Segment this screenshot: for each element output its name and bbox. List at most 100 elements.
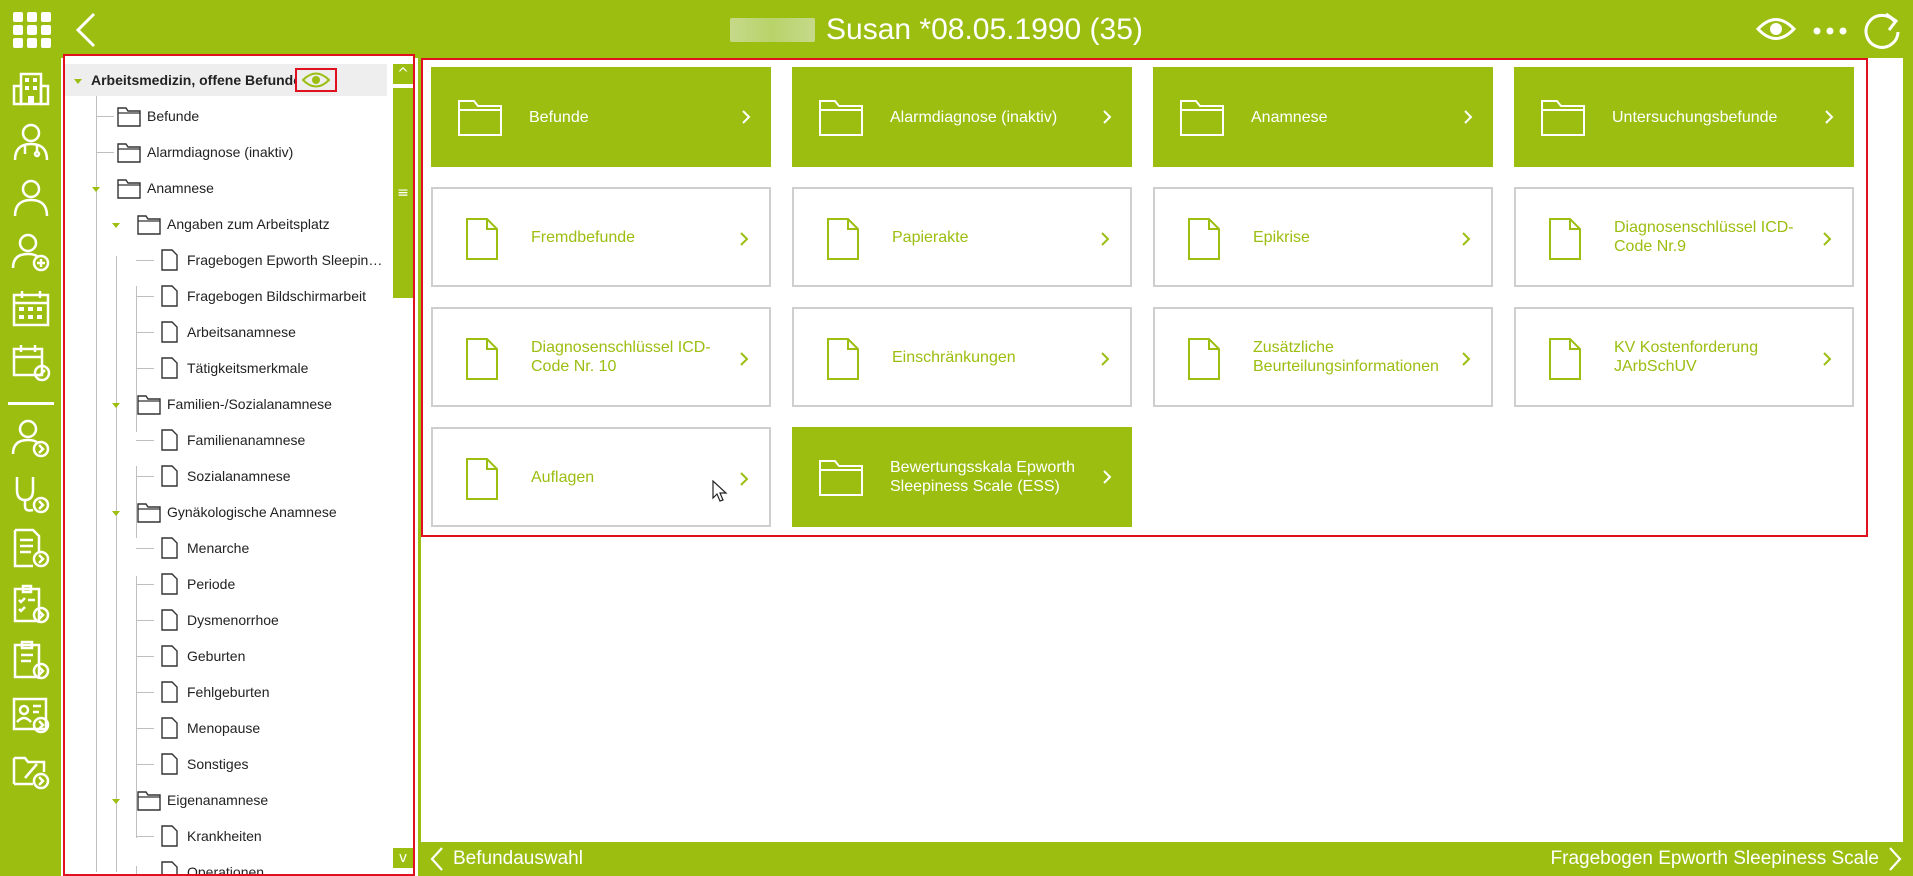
tile-ess[interactable]: Bewertungsskala Epworth Sleepiness Scale… [792, 427, 1132, 527]
tree-panel: Arbeitsmedizin, offene Befunde Befunde A… [63, 54, 415, 876]
file-icon [1549, 218, 1581, 260]
tree-scrollbar[interactable]: ^ ≡ v [389, 56, 413, 874]
file-icon [161, 609, 178, 631]
tile-icd9[interactable]: Diagnosenschlüssel ICD-Code Nr.9 [1514, 187, 1854, 287]
tile-befunde[interactable]: Befunde [431, 67, 771, 167]
app-window: Susan *08.05.1990 (35) Arbeitsmedizin, o… [0, 0, 1913, 876]
tree-item[interactable]: Menopause [157, 712, 387, 744]
tile-alarmdiagnose[interactable]: Alarmdiagnose (inaktiv) [792, 67, 1132, 167]
file-icon [161, 321, 178, 343]
chevron-right-icon [742, 110, 751, 124]
file-icon [161, 357, 178, 379]
tree-item[interactable]: Sozialanamnese [157, 460, 387, 492]
file-icon [466, 458, 498, 500]
tree-root[interactable]: Arbeitsmedizin, offene Befunde [65, 64, 387, 96]
person-add-icon[interactable] [10, 230, 52, 274]
tile-anamnese[interactable]: Anamnese [1153, 67, 1493, 167]
file-icon [161, 537, 178, 559]
building-icon[interactable] [10, 66, 52, 110]
tile-einschraenkungen[interactable]: Einschränkungen [792, 307, 1132, 407]
tree-item[interactable]: Gynäkologische Anamnese [137, 496, 387, 528]
folder-icon [1180, 100, 1224, 136]
tree-item[interactable]: Sonstiges [157, 748, 387, 780]
tile-fremdbefunde[interactable]: Fremdbefunde [431, 187, 771, 287]
tree-item[interactable]: Menarche [157, 532, 387, 564]
id-card-icon[interactable] [10, 692, 52, 736]
footer-left-label: Befundauswahl [453, 848, 583, 869]
file-icon [466, 218, 498, 260]
file-icon [827, 218, 859, 260]
folder-edit-icon[interactable] [10, 748, 52, 792]
tile-kv-kostenforderung[interactable]: KV Kostenforderung JArbSchUV [1514, 307, 1854, 407]
tree-item[interactable]: Alarmdiagnose (inaktiv) [117, 136, 387, 168]
tree-item[interactable]: Dysmenorrhoe [157, 604, 387, 636]
folder-icon [117, 179, 141, 199]
more-icon[interactable] [1808, 14, 1852, 48]
file-icon [161, 429, 178, 451]
file-icon [1549, 338, 1581, 380]
chevron-right-icon [1825, 110, 1834, 124]
tree-item[interactable]: Fehlgeburten [157, 676, 387, 708]
folder-icon [137, 215, 161, 235]
tree-item[interactable]: Tätigkeitsmerkmale [157, 352, 387, 384]
calendar-icon[interactable] [10, 286, 52, 330]
footer-right-label: Fragebogen Epworth Sleepiness Scale [1550, 848, 1879, 869]
checklist-icon[interactable] [10, 582, 52, 626]
header-bar: Susan *08.05.1990 (35) [0, 0, 1913, 58]
file-icon [161, 249, 178, 271]
tile-papierakte[interactable]: Papierakte [792, 187, 1132, 287]
tree-item[interactable]: Anamnese [117, 172, 387, 204]
tree-item[interactable]: Fragebogen Bildschirmarbeit [157, 280, 387, 312]
scroll-up-button[interactable]: ^ [393, 64, 413, 84]
file-icon [161, 285, 178, 307]
footer-bar: Befundauswahl Fragebogen Epworth Sleepin… [421, 842, 1913, 876]
stethoscope-icon[interactable] [10, 472, 52, 516]
chevron-right-icon [1101, 232, 1110, 246]
tree-root-label: Arbeitsmedizin, offene Befunde [91, 72, 302, 88]
tree-item[interactable]: Eigenanamnese [137, 784, 387, 816]
back-icon[interactable] [70, 10, 102, 50]
file-icon [161, 753, 178, 775]
person-icon[interactable] [10, 176, 52, 220]
chevron-right-icon [1889, 847, 1902, 871]
tree-item[interactable]: Familienanamnese [157, 424, 387, 456]
redacted-name [730, 18, 815, 42]
tree-item[interactable]: Arbeitsanamnese [157, 316, 387, 348]
apps-grid-icon[interactable] [10, 10, 54, 50]
tree-item[interactable]: Befunde [117, 100, 387, 132]
tree-item[interactable]: Geburten [157, 640, 387, 672]
tree-item[interactable]: Krankheiten [157, 820, 387, 852]
scroll-down-button[interactable]: v [393, 848, 413, 868]
doctor-icon[interactable] [10, 120, 52, 164]
chevron-right-icon [1464, 110, 1473, 124]
file-icon [1188, 218, 1220, 260]
tile-icd10[interactable]: Diagnosenschlüssel ICD-Code Nr. 10 [431, 307, 771, 407]
tree-item[interactable]: Angaben zum Arbeitsplatz [137, 208, 387, 240]
folder-icon [137, 791, 161, 811]
person-next-icon[interactable] [10, 416, 52, 460]
root-eye-icon[interactable] [295, 68, 337, 92]
right-edge-bar [1903, 58, 1913, 876]
footer-back-button[interactable]: Befundauswahl [429, 842, 583, 876]
footer-next-button[interactable]: Fragebogen Epworth Sleepiness Scale [1551, 842, 1903, 876]
folder-icon [819, 460, 863, 496]
tree-item[interactable]: Periode [157, 568, 387, 600]
tile-epikrise[interactable]: Epikrise [1153, 187, 1493, 287]
chevron-left-icon [430, 847, 443, 871]
tile-untersuchungsbefunde[interactable]: Untersuchungsbefunde [1514, 67, 1854, 167]
tree-item[interactable]: Familien-/Sozialanamnese [137, 388, 387, 420]
eye-icon[interactable] [1754, 12, 1798, 46]
tree-item[interactable]: Operationen [157, 856, 387, 874]
tile-zusaetzliche-beurteilung[interactable]: Zusätzliche Beurteilungsinformationen [1153, 307, 1493, 407]
document-next-icon[interactable] [10, 526, 52, 570]
refresh-icon[interactable] [1860, 10, 1904, 50]
file-icon [1188, 338, 1220, 380]
folder-icon [1541, 100, 1585, 136]
left-navigation [0, 58, 61, 876]
folder-icon [137, 395, 161, 415]
scroll-thumb[interactable]: ≡ [393, 88, 413, 298]
tree-item[interactable]: Fragebogen Epworth Sleepine... [157, 244, 387, 276]
clipboard-icon[interactable] [10, 638, 52, 682]
calendar-edit-icon[interactable] [10, 340, 52, 384]
tile-auflagen[interactable]: Auflagen [431, 427, 771, 527]
